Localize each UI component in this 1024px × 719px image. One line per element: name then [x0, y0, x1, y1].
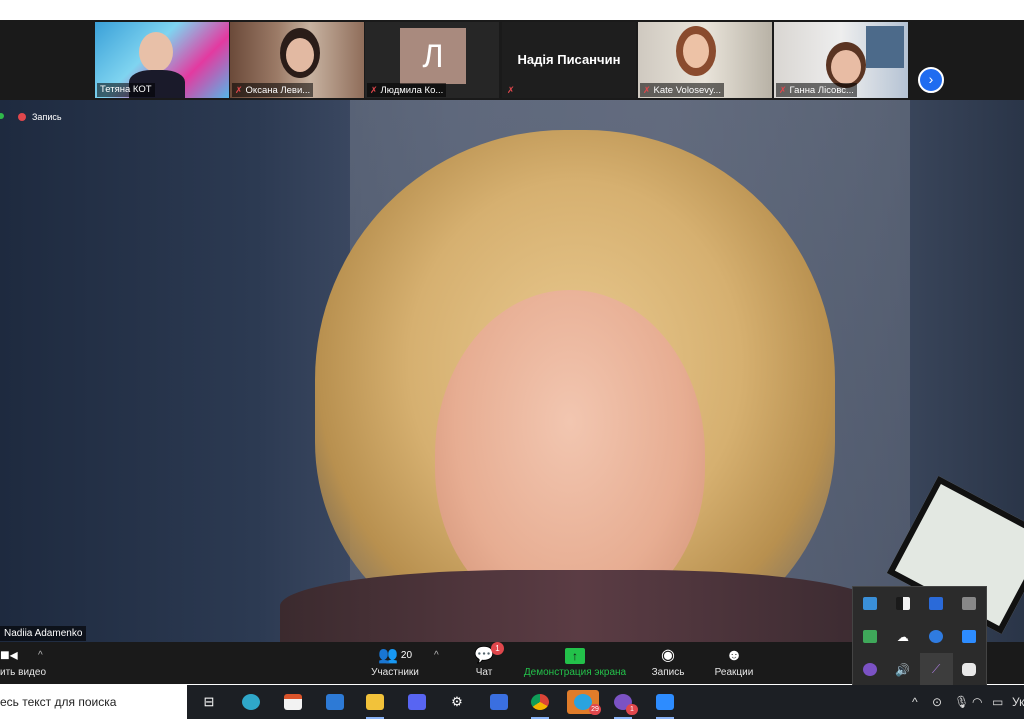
speaker-shirt [280, 570, 880, 642]
word-icon[interactable] [920, 587, 953, 620]
participant-name: ✗ [504, 83, 521, 97]
chevron-up-icon[interactable]: ^ [434, 650, 439, 661]
language-indicator[interactable]: Ук [1012, 685, 1024, 719]
microphone-icon[interactable]: 🎙 [954, 685, 969, 719]
participant-name: Тетяна КОТ [97, 83, 155, 97]
participant-tile[interactable]: ✗ Kate Volosevy... [638, 22, 772, 98]
reactions-button[interactable]: ☻ Реакции [712, 645, 756, 679]
zoom-icon[interactable] [953, 620, 986, 653]
participant-name-large: Надія Писанчин [517, 52, 621, 67]
participant-tile[interactable]: Л ✗ Людмила Ко... [365, 22, 499, 98]
mail-icon[interactable] [322, 690, 348, 714]
display-check-icon[interactable] [853, 620, 886, 653]
window-top-bar [0, 0, 1024, 20]
viber-badge: 1 [626, 704, 638, 715]
meet-now-icon[interactable]: ⊙ [932, 685, 942, 719]
active-speaker-video [0, 100, 1024, 642]
share-screen-label: Демонстрация экрана [523, 667, 627, 678]
participant-name: ✗ Людмила Ко... [367, 83, 447, 97]
chat-label: Чат [475, 667, 493, 678]
participant-name: ✗ Kate Volosevy... [640, 83, 724, 97]
record-button[interactable]: ◉ Запись [648, 645, 688, 679]
settings-icon[interactable]: ⚙ [444, 690, 470, 714]
emoji-add-icon: ☻ [725, 647, 743, 664]
chrome-icon[interactable] [920, 620, 953, 653]
wps-icon[interactable] [486, 690, 512, 714]
record-icon [18, 113, 26, 121]
chat-button[interactable]: 💬 1 Чат [468, 642, 504, 679]
recording-indicator: Запись [0, 110, 62, 124]
record-label: Запись [651, 667, 685, 678]
speaker-icon[interactable]: 🔊 [886, 653, 919, 686]
participant-tile[interactable]: ✗ Оксана Леви... [230, 22, 364, 98]
recording-label: Запись [32, 112, 62, 122]
participant-video [286, 38, 314, 72]
windows-taskbar: есь текст для поиска ⊟ ⚙ 29 1 ^ ⊙ 🎙 ◠ ▭ … [0, 685, 1024, 719]
participant-name: ✗ Оксана Леви... [232, 83, 314, 97]
video-button-label: ить видео [0, 667, 47, 678]
taskbar-search-input[interactable]: есь текст для поиска [0, 685, 187, 719]
store-icon[interactable] [280, 690, 306, 714]
participant-video [683, 34, 709, 68]
clipboard-icon[interactable] [953, 587, 986, 620]
mic-muted-icon: ✗ [235, 85, 243, 95]
chrome-icon[interactable] [527, 690, 553, 719]
mic-muted-icon: ✗ [643, 85, 651, 95]
participants-button[interactable]: 👥 20 Участники [368, 645, 422, 679]
wifi-icon[interactable]: ◠ [972, 685, 982, 719]
participants-label: Участники [371, 667, 419, 678]
participants-strip: Тетяна КОТ ✗ Оксана Леви... Л ✗ Людмила Ко… [0, 20, 1024, 100]
chat-badge: 1 [491, 642, 504, 655]
monitor-icon[interactable] [853, 587, 886, 620]
telegram-badge: 29 [589, 704, 601, 715]
participant-tile[interactable]: Тетяна КОТ [95, 22, 229, 98]
security-icon[interactable] [886, 587, 919, 620]
tray-overflow-flyout: ☁ 🔊 ⟋ [852, 586, 987, 687]
participant-tile[interactable]: Надія Писанчин ✗ [502, 22, 636, 98]
participant-video [139, 32, 173, 72]
participant-video [866, 26, 904, 68]
participants-icon: 👥 20 [377, 647, 413, 664]
chat-icon: 💬 1 [468, 642, 504, 667]
participants-count: 20 [400, 650, 413, 661]
chevron-up-icon[interactable]: ^ [38, 650, 43, 661]
chevron-up-icon[interactable]: ^ [912, 685, 918, 719]
record-icon: ◉ [661, 647, 675, 664]
keyboard-icon[interactable]: ▭ [992, 685, 1003, 719]
participant-avatar: Л [400, 28, 466, 84]
discord-icon[interactable] [404, 690, 430, 714]
speaker-name-label: Nadiia Adamenko [0, 626, 87, 641]
viber-icon[interactable] [853, 653, 886, 686]
task-view-icon[interactable]: ⊟ [196, 690, 222, 714]
reactions-label: Реакции [714, 667, 754, 678]
participant-tile[interactable]: ✗ Ганна Лісовс... [774, 22, 908, 98]
mic-muted-icon: ✗ [779, 85, 787, 95]
mic-muted-icon: ✗ [507, 85, 515, 95]
share-screen-button[interactable]: ↑ Демонстрация экрана [520, 645, 630, 679]
cloud-off-icon[interactable]: ☁ [886, 620, 919, 653]
file-explorer-icon[interactable] [362, 690, 388, 719]
viber-icon[interactable]: 1 [610, 690, 638, 719]
pen-icon[interactable]: ⟋ [919, 653, 953, 686]
discord-icon[interactable] [953, 653, 986, 686]
edge-icon[interactable] [238, 690, 264, 714]
mic-muted-icon: ✗ [370, 85, 378, 95]
telegram-icon[interactable]: 29 [567, 690, 601, 715]
participant-name: ✗ Ганна Лісовс... [776, 83, 857, 97]
status-dot [0, 113, 4, 119]
share-screen-icon: ↑ [520, 645, 630, 667]
participant-video [831, 50, 861, 84]
zoom-icon[interactable] [652, 690, 678, 719]
chevron-right-icon[interactable]: › [918, 67, 944, 93]
